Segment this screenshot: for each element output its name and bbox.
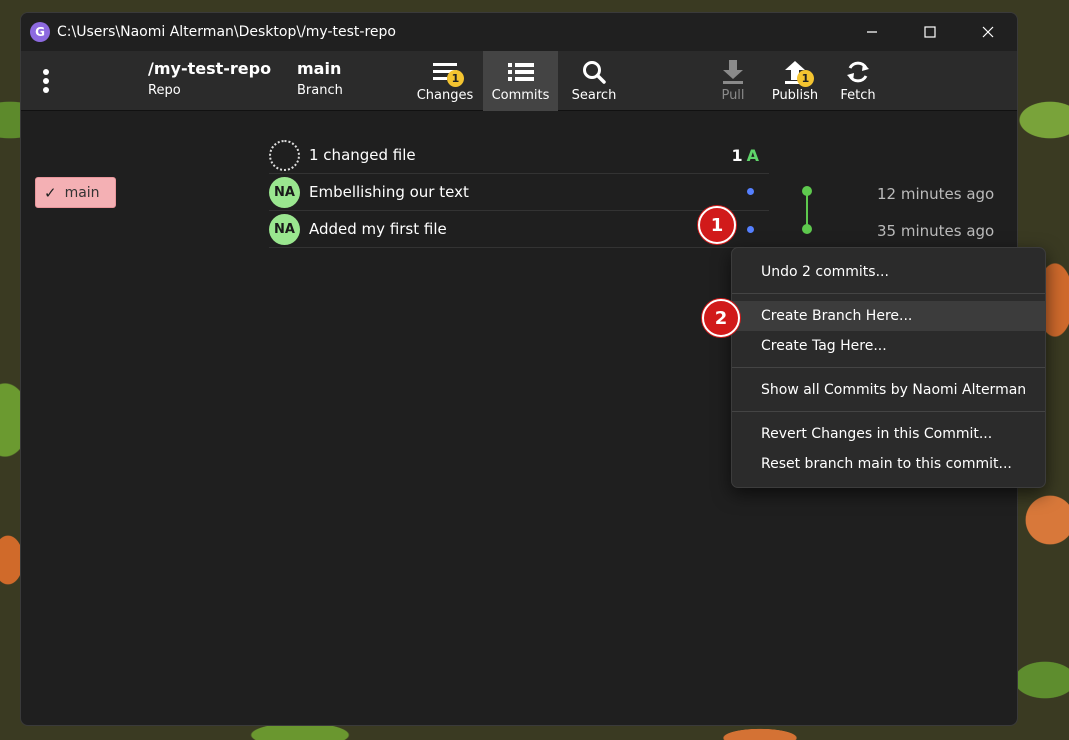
change-count-number: 1: [731, 145, 743, 165]
menu-divider: [732, 411, 1045, 412]
commit-message: Added my first file: [309, 220, 447, 238]
step-callout-1: 1: [698, 206, 736, 244]
branch-chip-label: main: [64, 184, 100, 201]
commit-row[interactable]: NA Embellishing our text: [269, 174, 769, 211]
toolbar: /my-test-repo Repo main Branch 1 Changes…: [21, 51, 1017, 111]
menu-item-show-commits-by-author[interactable]: Show all Commits by Naomi Alterman: [732, 375, 1045, 405]
avatar: NA: [269, 213, 300, 245]
uncommitted-circle-icon: [269, 139, 300, 171]
menu-item-create-tag[interactable]: Create Tag Here...: [732, 331, 1045, 361]
menu-item-undo-commits[interactable]: Undo 2 commits...: [732, 257, 1045, 287]
changes-icon: 1: [430, 58, 464, 87]
check-icon: ✓: [44, 183, 57, 202]
refresh-icon: [843, 58, 873, 86]
repo-selector[interactable]: /my-test-repo Repo: [148, 59, 271, 98]
changes-button[interactable]: 1 Changes: [413, 51, 477, 111]
publish-label: Publish: [771, 88, 819, 103]
search-icon: [579, 58, 609, 86]
window-title: C:\Users\Naomi Alterman\Desktop\/my-test…: [57, 24, 396, 40]
step-callout-2: 2: [702, 299, 740, 337]
download-icon: [718, 58, 748, 86]
branch-name: main: [297, 59, 342, 78]
commit-graph-node: [802, 186, 812, 196]
upload-icon: 1: [780, 58, 814, 87]
window-controls: [843, 13, 1017, 51]
branch-marker-dot: [747, 188, 754, 195]
avatar: NA: [269, 176, 300, 208]
publish-badge: 1: [797, 70, 814, 87]
more-menu-icon[interactable]: [36, 66, 56, 96]
repo-label: Repo: [148, 83, 181, 98]
commit-row[interactable]: NA Added my first file: [269, 211, 769, 248]
search-button[interactable]: Search: [567, 51, 621, 111]
context-menu: Undo 2 commits... Create Branch Here... …: [731, 247, 1046, 488]
publish-button[interactable]: 1 Publish: [767, 51, 823, 111]
menu-item-revert-changes[interactable]: Revert Changes in this Commit...: [732, 419, 1045, 449]
repo-name: /my-test-repo: [148, 59, 272, 78]
search-label: Search: [571, 88, 617, 103]
working-changes-row[interactable]: 1 changed file 1A: [269, 137, 769, 174]
menu-divider: [732, 367, 1045, 368]
added-status: A: [746, 145, 759, 165]
commit-time: 12 minutes ago: [877, 185, 995, 203]
maximize-icon[interactable]: [901, 13, 959, 51]
branch-chip-main[interactable]: ✓ main: [35, 177, 116, 208]
commit-time: 35 minutes ago: [877, 222, 995, 240]
fetch-button[interactable]: Fetch: [833, 51, 883, 111]
changes-badge: 1: [447, 70, 464, 87]
list-icon: [506, 58, 536, 86]
branch-selector[interactable]: main Branch: [297, 59, 343, 98]
changes-label: Changes: [416, 88, 474, 103]
change-count: 1A: [731, 146, 759, 165]
branch-label: Branch: [297, 83, 343, 98]
commit-message: Embellishing our text: [309, 183, 469, 201]
commit-message: 1 changed file: [309, 146, 416, 164]
pull-button[interactable]: Pull: [711, 51, 755, 111]
pull-label: Pull: [721, 88, 745, 103]
title-bar[interactable]: G C:\Users\Naomi Alterman\Desktop\/my-te…: [21, 13, 1017, 51]
commits-button[interactable]: Commits: [483, 51, 558, 111]
commits-label: Commits: [491, 88, 550, 103]
branch-marker-dot: [747, 226, 754, 233]
app-logo-icon: G: [30, 22, 50, 42]
close-icon[interactable]: [959, 13, 1017, 51]
menu-item-create-branch[interactable]: Create Branch Here...: [732, 301, 1045, 331]
menu-divider: [732, 293, 1045, 294]
menu-item-reset-branch[interactable]: Reset branch main to this commit...: [732, 449, 1045, 479]
minimize-icon[interactable]: [843, 13, 901, 51]
fetch-label: Fetch: [840, 88, 876, 103]
commit-graph-node: [802, 224, 812, 234]
